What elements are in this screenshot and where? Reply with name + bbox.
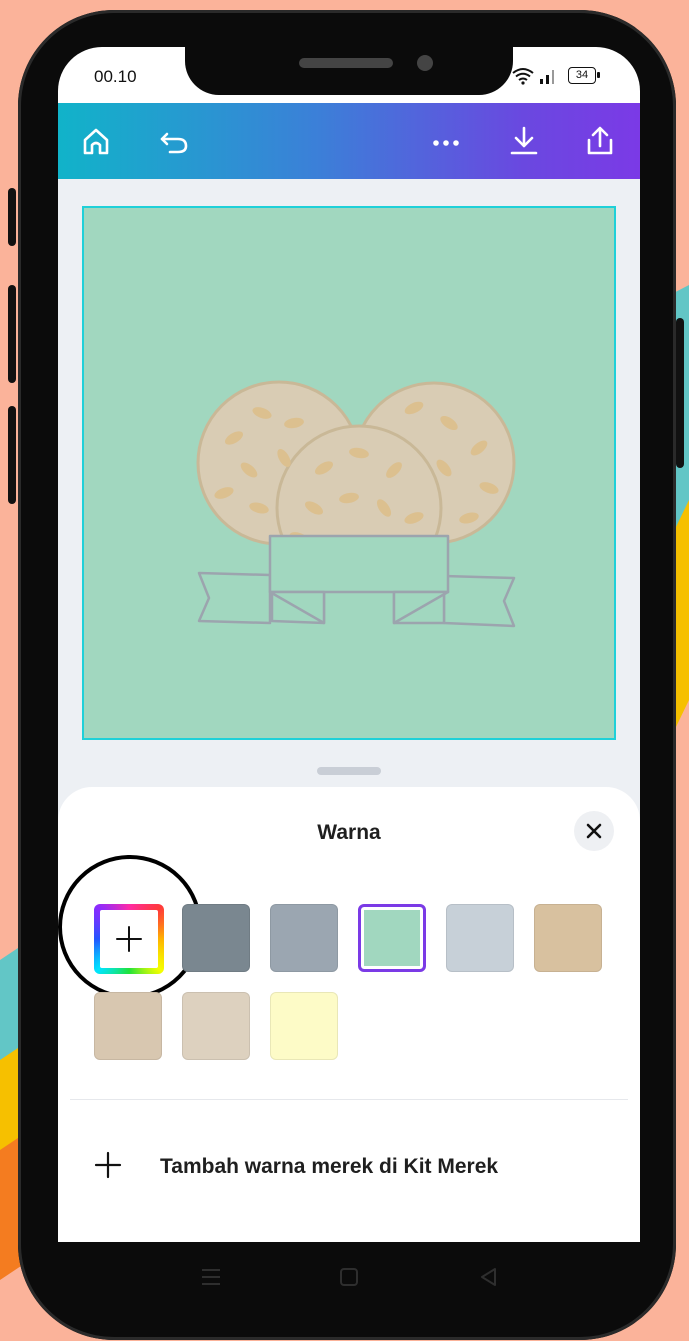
speaker — [299, 58, 393, 68]
battery-level: 34 — [575, 69, 589, 81]
editor-toolbar — [58, 103, 640, 179]
download-icon[interactable] — [506, 123, 542, 159]
share-icon[interactable] — [582, 123, 618, 159]
android-nav-bar — [58, 1242, 640, 1312]
color-swatch-selected[interactable] — [358, 904, 426, 972]
color-swatch[interactable] — [270, 904, 338, 972]
divider — [70, 1099, 628, 1100]
phone-side-button — [8, 406, 16, 504]
close-icon — [586, 823, 602, 839]
color-panel: Warna Tambah warna merek di Kit Merek — [58, 787, 640, 1242]
notch — [185, 47, 513, 95]
wifi-icon — [512, 68, 534, 85]
phone-side-button — [8, 285, 16, 383]
color-swatch[interactable] — [534, 904, 602, 972]
back-icon[interactable] — [476, 1264, 502, 1290]
home-square-icon[interactable] — [336, 1264, 362, 1290]
add-brand-color-label: Tambah warna merek di Kit Merek — [160, 1155, 499, 1178]
color-swatch[interactable] — [182, 904, 250, 972]
home-icon[interactable] — [78, 123, 114, 159]
phone-power-button — [676, 318, 684, 468]
close-button[interactable] — [574, 811, 614, 851]
color-swatch[interactable] — [446, 904, 514, 972]
color-swatch[interactable] — [94, 992, 162, 1060]
status-time: 00.10 — [94, 67, 137, 86]
color-swatch[interactable] — [270, 992, 338, 1060]
design-page[interactable] — [82, 206, 616, 740]
menu-icon[interactable] — [198, 1264, 224, 1290]
add-brand-color-button[interactable]: Tambah warna merek di Kit Merek — [94, 1145, 614, 1185]
undo-icon[interactable] — [156, 123, 192, 159]
canvas-area — [58, 179, 640, 859]
sheet-drag-handle[interactable] — [317, 767, 381, 775]
battery-icon: 34 — [568, 67, 596, 84]
more-icon[interactable] — [428, 123, 464, 159]
phone-side-button — [8, 188, 16, 246]
app-screen: 00.10 34 Warna Tambah warna merek di Kit… — [58, 47, 640, 1242]
battery-tip — [597, 72, 600, 78]
signal-icon — [540, 70, 554, 84]
plus-icon — [94, 1151, 122, 1179]
status-bar: 00.10 34 — [58, 47, 640, 103]
color-swatch[interactable] — [182, 992, 250, 1060]
highlight-circle — [58, 855, 202, 999]
peyek-illustration[interactable] — [84, 208, 614, 738]
front-camera — [417, 55, 433, 71]
panel-title: Warna — [317, 821, 381, 844]
